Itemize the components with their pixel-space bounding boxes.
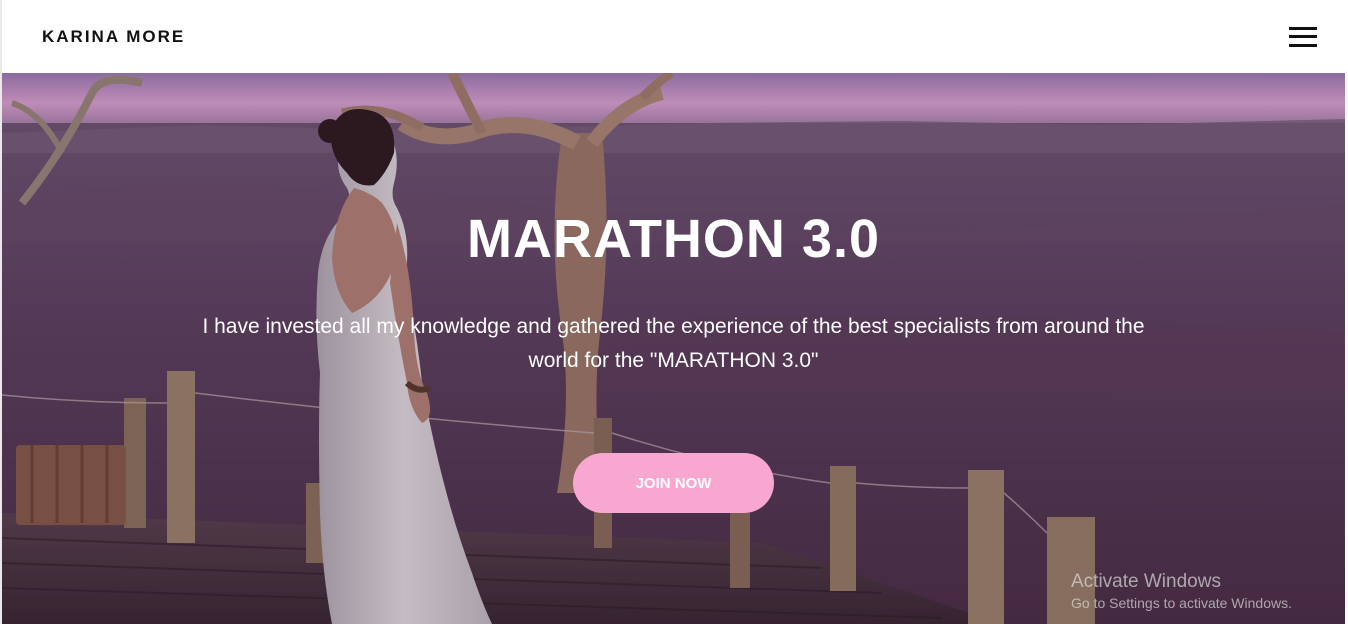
page: KARINA MORE MARATHON 3.0 I have invested… (0, 0, 1348, 624)
activate-windows-watermark: Activate Windows Go to Settings to activ… (1071, 570, 1292, 612)
watermark-subtitle[interactable]: Go to Settings to activate Windows. (1071, 594, 1292, 612)
join-now-button[interactable]: JOIN NOW (573, 453, 774, 513)
hero-section: MARATHON 3.0 I have invested all my know… (2, 73, 1345, 624)
hero-title: MARATHON 3.0 (466, 209, 881, 269)
menu-line (1289, 35, 1317, 38)
site-header: KARINA MORE (2, 0, 1345, 73)
hamburger-menu-icon[interactable] (1289, 26, 1317, 47)
watermark-title: Activate Windows (1071, 571, 1221, 592)
brand-logo[interactable]: KARINA MORE (42, 27, 185, 47)
menu-line (1289, 43, 1317, 47)
menu-line (1289, 26, 1317, 30)
hero-description: I have invested all my knowledge and gat… (202, 315, 1145, 372)
